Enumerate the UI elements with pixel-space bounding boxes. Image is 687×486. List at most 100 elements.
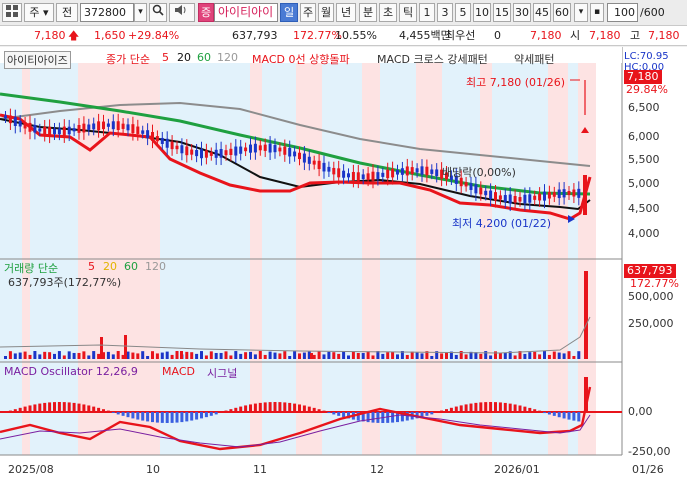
candle-body [195,150,199,157]
market-select[interactable]: 주 ▾ [24,3,54,22]
volume-bar [528,352,532,359]
volume-bar [151,351,154,359]
interval-15[interactable]: 15 [493,3,511,22]
volume-bar [332,352,336,359]
volume-bar [160,352,164,359]
volume-bar [543,351,546,359]
volume-bar [170,354,174,359]
chart-area[interactable]: 아이티아이즈 종가 단순 5 20 60 120 MACD 0선 상향돌파 MA… [0,47,687,486]
candle-body [155,136,159,142]
interval-3[interactable]: 3 [437,3,453,22]
candle-body [214,149,218,158]
count-input[interactable]: 100 [607,3,638,22]
candle-body [332,167,336,175]
macd-histogram-bar [327,412,331,414]
interval-60[interactable]: 60 [553,3,571,22]
theme-badge[interactable]: 증 [198,3,214,22]
macd-histogram-bar [469,403,473,413]
candle-body [136,126,140,134]
code-dropdown-icon[interactable]: ▾ [134,3,147,22]
volume-bar [43,351,47,359]
settings-icon[interactable]: ▪ [590,3,604,22]
candle-body [381,172,385,177]
volume-bar [498,352,502,359]
dividend-annotation: 배당락(0,00%) [442,166,516,179]
speaker-button[interactable] [169,3,195,22]
candle-body [342,170,346,178]
volume-bar [489,355,493,359]
interval-10[interactable]: 10 [473,3,491,22]
volume-bar [278,353,282,359]
volume-bar [239,353,243,359]
tab-month[interactable]: 월 [318,3,334,22]
candle-body [288,147,292,157]
volume-bar [131,352,135,359]
interval-dropdown-icon[interactable]: ▾ [574,3,588,22]
candle-body [180,145,184,154]
volume-bar [219,352,223,359]
volume-bar [53,353,56,359]
interval-30[interactable]: 30 [513,3,531,22]
price-panel-title[interactable]: 아이티아이즈 [4,51,71,69]
candle-body [77,125,81,133]
tab-minute[interactable]: 분 [359,3,377,22]
signal-macd-bull-cross: MACD 크로스 강세패턴 [377,53,488,66]
volume-bar [302,352,306,359]
macd-histogram-bar [283,402,287,413]
volume-value-text: 637,793주(172,77%) [8,276,122,289]
macd-histogram-bar [562,412,566,419]
macd-histogram-bar [567,412,571,420]
stock-code-input[interactable]: 372800 [80,3,134,22]
macd-ytick: -250,00 [628,445,671,458]
interval-5[interactable]: 5 [455,3,471,22]
candle-body [508,194,512,204]
volume-current-tag: 637,793 [624,264,676,278]
macd-panel-title[interactable]: MACD Oscillator 12,26,9 [4,365,138,378]
macd-histogram-bar [533,409,537,413]
current-price: 7,180 [34,29,66,42]
interval-1[interactable]: 1 [419,3,435,22]
macd-histogram-bar [185,412,189,422]
volume-bar [342,351,346,359]
tab-second[interactable]: 초 [379,3,397,22]
macd-histogram-bar [38,403,42,413]
macd-histogram-bar [82,404,86,413]
chevron-down-icon: ▾ [39,6,49,19]
macd-histogram-bar [8,410,12,413]
tab-tick[interactable]: 틱 [399,3,417,22]
macd-histogram-bar [489,402,493,413]
tab-week[interactable]: 주 [300,3,316,22]
candle-body [503,195,507,202]
macd-histogram-bar [116,412,120,415]
volume-bar [141,351,145,359]
candle-body-last [583,175,587,215]
candle-body [435,169,439,177]
period-select[interactable]: 전 [56,3,78,22]
change-percent: +29.84% [128,29,180,42]
volume-bar [146,355,150,359]
candle-body [253,143,257,153]
volume-bar [479,353,483,359]
grid-menu-icon[interactable] [2,3,22,22]
interval-45[interactable]: 45 [533,3,551,22]
volume-bar [165,351,169,359]
macd-histogram-bar [249,404,252,413]
candle-body [170,141,174,150]
volume-bar [48,352,52,359]
candle-body [190,149,194,155]
volume-bar [111,354,115,359]
xaxis-label: 2026/01 [494,463,540,476]
tab-year[interactable]: 년 [336,3,356,22]
candle-body [572,189,576,197]
volume-bar [371,355,375,359]
volume-bar [229,355,233,359]
high-annotation: 최고 7,180 (01/26) [466,76,566,89]
vol-ma60-period: 60 [124,260,138,273]
candle-body [111,121,115,130]
tab-day[interactable]: 일 [280,3,298,22]
search-button[interactable] [149,3,167,22]
macd-histogram-bar [92,406,96,413]
vol-ma120-period: 120 [145,260,166,273]
macd-histogram-bar [57,402,61,413]
macd-histogram-bar [102,409,105,413]
